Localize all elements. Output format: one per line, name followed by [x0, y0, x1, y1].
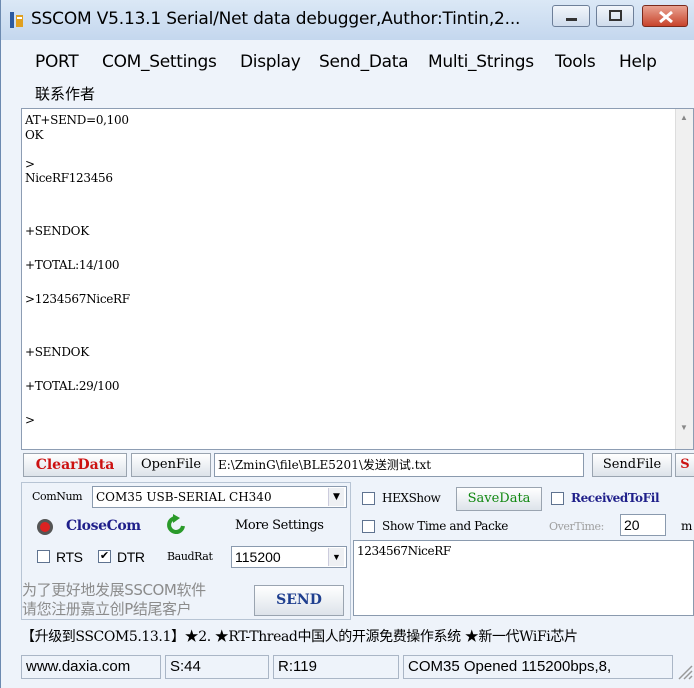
menu-multi-strings[interactable]: Multi_Strings	[428, 52, 534, 72]
menu-help[interactable]: Help	[619, 52, 657, 72]
scroll-down-icon[interactable]: ▼	[680, 423, 688, 432]
promo-line-1: 为了更好地发展SSCOM软件	[22, 581, 206, 599]
hexshow-label: HEXShow	[382, 491, 441, 505]
menu-bar: PORT COM_Settings Display Send_Data Mult…	[1, 40, 694, 106]
file-path-input[interactable]: E:\ZminG\file\BLE5201\发送测试.txt	[214, 453, 584, 477]
close-button[interactable]	[642, 5, 688, 27]
output-line: AT+SEND=0,100	[25, 113, 129, 127]
menu-tools[interactable]: Tools	[555, 52, 596, 72]
port-panel: ComNum COM35 USB-SERIAL CH340 ▼ CloseCom…	[21, 482, 351, 620]
output-line: OK	[25, 128, 44, 142]
close-com-button[interactable]: CloseCom	[66, 518, 141, 534]
com-port-select[interactable]: COM35 USB-SERIAL CH340 ▼	[92, 486, 347, 508]
dtr-label: DTR	[117, 549, 145, 565]
output-line: >1234567NiceRF	[25, 292, 130, 306]
rts-label: RTS	[56, 549, 83, 565]
close-icon	[659, 10, 673, 24]
output-line: NiceRF123456	[25, 171, 113, 185]
show-time-label: Show Time and Packe	[382, 519, 508, 533]
status-website[interactable]: www.daxia.com	[21, 655, 161, 679]
dtr-checkbox[interactable]: ✔	[98, 550, 111, 563]
news-ticker[interactable]: 【升级到SSCOM5.13.1】★2. ★RT-Thread中国人的开源免费操作…	[21, 622, 694, 650]
port-status-icon	[37, 519, 53, 535]
output-line: +TOTAL:14/100	[25, 258, 120, 272]
title-bar: SSCOM V5.13.1 Serial/Net data debugger,A…	[1, 0, 694, 40]
ms-label: m	[681, 519, 692, 533]
clear-data-button[interactable]: ClearData	[23, 453, 127, 477]
menu-display[interactable]: Display	[240, 52, 301, 72]
rts-checkbox[interactable]	[37, 550, 50, 563]
resize-grip-icon[interactable]	[677, 664, 693, 680]
send-text: 1234567NiceRF	[357, 544, 451, 558]
minimize-icon	[566, 18, 577, 21]
send-input[interactable]: 1234567NiceRF	[353, 540, 694, 616]
status-port-info: COM35 Opened 115200bps,8,	[403, 655, 673, 679]
output-line: >	[25, 157, 35, 171]
chevron-down-icon[interactable]: ▼	[328, 548, 344, 566]
receive-output[interactable]: AT+SEND=0,100 OK > NiceRF123456 +SENDOK …	[21, 108, 694, 450]
baud-rate-value: 115200	[235, 549, 281, 565]
menu-send-data[interactable]: Send_Data	[319, 52, 409, 72]
show-time-checkbox[interactable]	[362, 520, 375, 533]
send-button[interactable]: SEND	[254, 585, 344, 616]
app-icon	[10, 12, 23, 28]
output-scrollbar[interactable]: ▲ ▼	[675, 109, 693, 449]
baud-label: BaudRat	[167, 550, 213, 563]
save-data-button[interactable]: SaveData	[456, 487, 542, 511]
com-port-value: COM35 USB-SERIAL CH340	[96, 490, 272, 504]
chevron-down-icon[interactable]: ▼	[328, 488, 344, 506]
output-line: +TOTAL:29/100	[25, 379, 120, 393]
comnum-label: ComNum	[32, 490, 83, 503]
app-window: SSCOM V5.13.1 Serial/Net data debugger,A…	[0, 0, 694, 688]
maximize-icon	[609, 10, 622, 21]
maximize-button[interactable]	[596, 5, 634, 27]
status-sent-count: S:44	[165, 655, 269, 679]
overtime-input[interactable]: 20	[620, 514, 666, 536]
received-to-file-label: ReceivedToFil	[571, 491, 660, 505]
output-line: >	[25, 413, 35, 427]
more-settings-button[interactable]: More Settings	[235, 518, 324, 533]
promo-line-2: 请您注册嘉立创P结尾客户	[22, 600, 192, 618]
baud-rate-select[interactable]: 115200 ▼	[231, 546, 347, 568]
output-line: +SENDOK	[25, 224, 89, 238]
menu-contact-author[interactable]: 联系作者	[35, 83, 95, 104]
open-file-button[interactable]: OpenFile	[131, 453, 211, 477]
hexshow-checkbox[interactable]	[362, 492, 375, 505]
status-bar: www.daxia.com S:44 R:119 COM35 Opened 11…	[21, 652, 694, 682]
scroll-up-icon[interactable]: ▲	[680, 113, 688, 122]
overtime-label: OverTime:	[549, 520, 604, 533]
stop-button[interactable]: S	[675, 453, 694, 477]
refresh-icon[interactable]	[165, 514, 187, 538]
window-title: SSCOM V5.13.1 Serial/Net data debugger,A…	[31, 9, 521, 29]
file-toolbar: ClearData OpenFile E:\ZminG\file\BLE5201…	[21, 452, 694, 478]
menu-port[interactable]: PORT	[35, 52, 79, 72]
options-panel: HEXShow SaveData ReceivedToFil Show Time…	[353, 482, 694, 538]
menu-com-settings[interactable]: COM_Settings	[102, 52, 217, 72]
send-file-button[interactable]: SendFile	[592, 453, 672, 477]
minimize-button[interactable]	[552, 5, 590, 27]
status-received-count: R:119	[273, 655, 399, 679]
received-to-file-checkbox[interactable]	[551, 492, 564, 505]
output-line: +SENDOK	[25, 345, 89, 359]
